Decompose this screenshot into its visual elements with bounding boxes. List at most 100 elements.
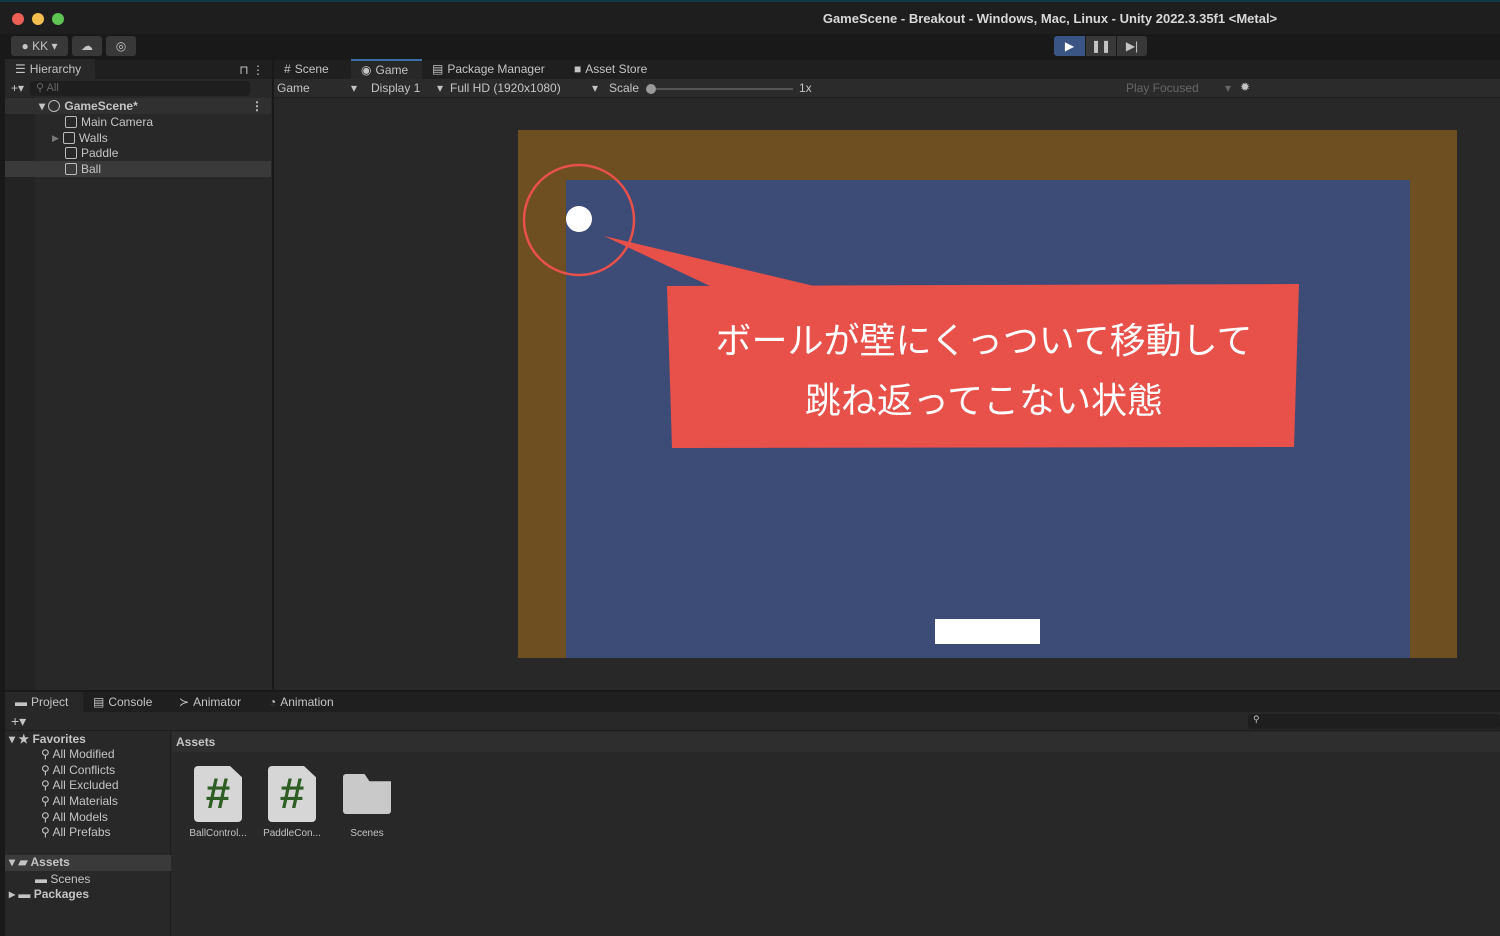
cloud-button[interactable]: ☁	[72, 36, 102, 56]
item-label: Main Camera	[81, 115, 154, 129]
folder-icon: ▬	[35, 872, 47, 886]
pause-icon: ❚❚	[1090, 39, 1112, 53]
tab-game[interactable]: ◉ Game	[351, 59, 422, 79]
favorite-label: All Excluded	[52, 778, 119, 792]
account-label: KK	[32, 39, 49, 53]
gamepad-icon: ◉	[361, 63, 372, 77]
project-toolbar: +▾ ⚲	[5, 712, 1500, 731]
assets-folder[interactable]: ▾ ▰ Assets	[5, 855, 171, 871]
asset-file[interactable]: # PaddleCon...	[252, 766, 332, 839]
add-icon[interactable]: +▾	[11, 81, 24, 95]
project-tree: ▾ ★ Favorites ⚲ All Modified ⚲ All Confl…	[5, 732, 171, 936]
tab-scene[interactable]: # Scene	[274, 59, 351, 79]
packages-folder[interactable]: ▸ ▬ Packages	[9, 887, 89, 901]
csharp-script-icon: #	[268, 766, 316, 822]
paddle	[935, 619, 1040, 644]
gameobject-icon	[62, 132, 75, 144]
scale-slider-handle[interactable]	[646, 84, 656, 94]
game-viewport: ボールが壁にくっついて移動して 跳ね返ってこない状態	[274, 98, 1500, 690]
hierarchy-item[interactable]: Ball	[5, 161, 271, 177]
scene-row[interactable]: ▾ GameScene* ⋮	[5, 98, 271, 114]
tab-label: Game	[375, 63, 409, 77]
favorite-item[interactable]: ⚲ All Modified	[41, 747, 115, 761]
scale-value: 1x	[799, 81, 812, 95]
search-icon: ⚲	[41, 810, 50, 824]
tab-label: Project	[31, 695, 69, 709]
open-folder-icon: ▰	[18, 855, 28, 869]
search-icon: ⚲	[41, 763, 50, 777]
clock-icon: ◔	[269, 695, 277, 709]
tab-hierarchy[interactable]: ☰ Hierarchy	[5, 59, 95, 79]
step-button[interactable]: ▶|	[1117, 36, 1147, 56]
hierarchy-item[interactable]: ▶ Walls	[5, 130, 271, 146]
play-icon: ▶	[1064, 39, 1075, 53]
game-panel: # Scene ◉ Game ▤ Package Manager ■ Asset Sto…	[274, 59, 1500, 690]
dropdown-label: Game	[277, 81, 310, 95]
item-label: Ball	[81, 162, 102, 176]
list-icon: ☰	[15, 62, 26, 76]
tab-animation[interactable]: ◔ Animation	[259, 692, 344, 712]
asset-folder[interactable]: Scenes	[327, 766, 407, 839]
packages-label: Packages	[33, 887, 90, 901]
game-mode-dropdown[interactable]: Game ▾	[277, 81, 357, 95]
assets-label: Assets	[30, 855, 70, 869]
annotation-line-2: 跳ね返ってこない状態	[804, 381, 1164, 422]
tab-console[interactable]: ▤ Console	[83, 692, 169, 712]
tab-label: Asset Store	[585, 62, 648, 76]
tab-animator[interactable]: ≻ Animator	[169, 692, 259, 712]
item-label: Paddle	[81, 146, 119, 160]
scale-slider[interactable]	[646, 84, 793, 94]
bug-icon[interactable]: ✹	[1240, 80, 1250, 94]
account-dropdown[interactable]: ● KK ▾	[11, 36, 68, 56]
resolution-dropdown[interactable]: Full HD (1920x1080) ▾	[450, 81, 598, 95]
favorites-label: Favorites	[32, 732, 86, 746]
search-icon: ⚲	[41, 794, 50, 808]
expand-arrow-icon[interactable]: ▶	[52, 133, 59, 144]
hierarchy-item[interactable]: Main Camera	[5, 114, 271, 130]
ball	[566, 206, 592, 232]
favorite-label: All Prefabs	[52, 825, 111, 839]
search-icon: ⚲	[41, 825, 50, 839]
dropdown-label: Play Focused	[1126, 81, 1199, 95]
project-panel: ▬ Project ▤ Console ≻ Animator ◔ Animation +…	[5, 692, 1500, 936]
pause-button[interactable]: ❚❚	[1086, 36, 1116, 56]
item-label: Walls	[78, 131, 108, 145]
add-icon[interactable]: +▾	[11, 713, 26, 730]
tab-label: Hierarchy	[29, 62, 82, 76]
folder-item[interactable]: ▬ Scenes	[35, 872, 90, 886]
play-focused-dropdown[interactable]: Play Focused ▾	[1126, 81, 1231, 95]
gameobject-icon	[65, 147, 77, 159]
tab-project[interactable]: ▬ Project	[5, 692, 83, 712]
folder-label: Scenes	[50, 872, 91, 886]
favorites-header[interactable]: ▾ ★ Favorites	[9, 732, 86, 746]
tab-label: Animator	[193, 695, 242, 709]
hierarchy-tabbar: ☰ Hierarchy ⊓ ⋮	[5, 59, 272, 79]
favorite-label: All Models	[52, 810, 108, 824]
asset-label: BallControl...	[189, 828, 247, 839]
favorite-item[interactable]: ⚲ All Prefabs	[41, 825, 111, 839]
display-dropdown[interactable]: Display 1 ▾	[371, 81, 443, 95]
asset-file[interactable]: # BallControl...	[178, 766, 258, 839]
window-title: GameScene - Breakout - Windows, Mac, Lin…	[822, 11, 1278, 26]
hierarchy-search-input[interactable]: ⚲ All	[30, 80, 251, 96]
project-search-input[interactable]: ⚲	[1248, 714, 1500, 729]
play-button[interactable]: ▶	[1054, 36, 1085, 56]
bag-icon: ■	[574, 62, 582, 76]
assets-breadcrumb: Assets	[172, 732, 1500, 752]
favorite-item[interactable]: ⚲ All Conflicts	[41, 763, 115, 777]
services-icon: ◎	[115, 39, 127, 53]
tab-asset-store[interactable]: ■ Asset Store	[564, 59, 657, 79]
hierarchy-item[interactable]: Paddle	[5, 145, 271, 161]
favorite-item[interactable]: ⚲ All Materials	[41, 794, 118, 808]
tab-package-manager[interactable]: ▤ Package Manager	[422, 59, 564, 79]
title-bar: GameScene - Breakout - Windows, Mac, Lin…	[0, 0, 1500, 34]
favorite-item[interactable]: ⚲ All Excluded	[41, 778, 119, 792]
favorite-item[interactable]: ⚲ All Models	[41, 810, 108, 824]
gameobject-icon	[65, 116, 77, 128]
lock-icon[interactable]: ⊓ ⋮	[239, 63, 264, 77]
favorite-label: All Modified	[52, 747, 115, 761]
search-icon: ⚲	[41, 778, 50, 792]
services-button[interactable]: ◎	[106, 36, 136, 56]
favorite-label: All Materials	[52, 794, 118, 808]
hierarchy-search-row: +▾ ⚲ All	[5, 79, 272, 97]
